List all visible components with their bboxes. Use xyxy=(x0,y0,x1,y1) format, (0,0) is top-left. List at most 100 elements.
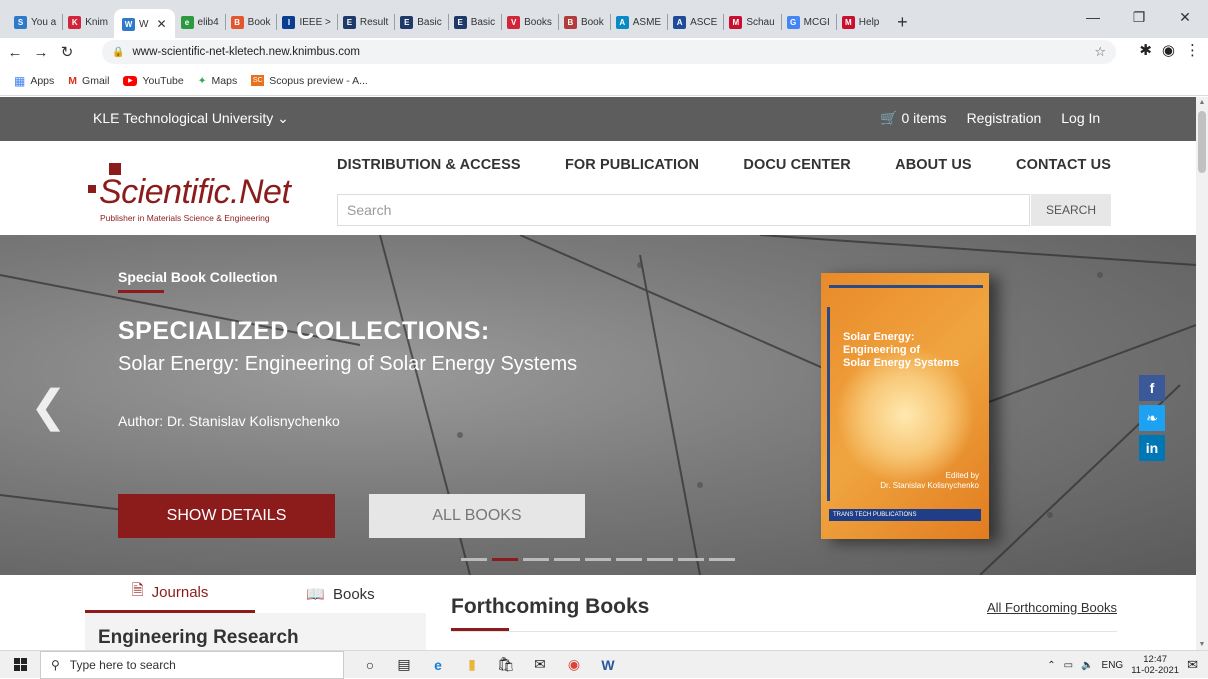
extensions-icon[interactable]: ✱ xyxy=(1139,41,1152,59)
nav-docu-center[interactable]: DOCU CENTER xyxy=(743,157,850,173)
network-icon[interactable]: ▭ xyxy=(1064,660,1073,671)
bookmark-scopus[interactable]: SC Scopus preview - A... xyxy=(251,75,368,87)
carousel-indicator[interactable] xyxy=(554,558,580,561)
chevron-up-icon[interactable]: ⌃ xyxy=(1047,660,1055,671)
mcgraw-icon: M xyxy=(841,15,855,29)
profile-icon[interactable]: ◉ xyxy=(1162,41,1175,59)
browser-tab[interactable]: M Help xyxy=(835,9,886,35)
carousel-indicator[interactable] xyxy=(461,558,487,561)
lock-icon[interactable]: 🔒 xyxy=(112,47,124,58)
browser-tab[interactable]: K Knim xyxy=(62,9,114,35)
carousel-indicator[interactable] xyxy=(585,558,611,561)
tab-title: Schau xyxy=(746,16,775,28)
knimbus-active-icon: W xyxy=(122,17,136,31)
all-books-button[interactable]: ALL BOOKS xyxy=(369,494,585,538)
browser-tab[interactable]: A ASCE xyxy=(667,9,723,35)
edited-by-label: Edited by xyxy=(945,471,979,480)
browser-tab[interactable]: V Books xyxy=(501,9,558,35)
tab-title: Books xyxy=(524,16,552,28)
clock[interactable]: 12:47 11-02-2021 xyxy=(1131,654,1179,676)
close-window-icon[interactable]: ✕ xyxy=(1162,0,1208,34)
new-tab-button[interactable]: + xyxy=(891,9,913,35)
chrome-icon[interactable]: ◉ xyxy=(562,653,586,677)
bookmark-gmail[interactable]: M Gmail xyxy=(68,75,109,87)
browser-tab[interactable]: E Basic xyxy=(447,9,501,35)
bookmark-star-icon[interactable]: ☆ xyxy=(1094,44,1106,60)
start-button[interactable] xyxy=(0,651,40,679)
browser-tab[interactable]: I IEEE > xyxy=(276,9,336,35)
university-selector[interactable]: KLE Technological University ⌄ xyxy=(93,110,289,127)
browser-tab[interactable]: A ASME xyxy=(609,9,667,35)
scrollbar-thumb[interactable] xyxy=(1198,111,1206,173)
forward-icon[interactable]: → xyxy=(30,41,52,63)
file-explorer-icon[interactable]: ▮ xyxy=(460,653,484,677)
restore-icon[interactable]: ❐ xyxy=(1116,0,1162,34)
scopus-icon: S xyxy=(14,15,27,29)
carousel-indicator[interactable] xyxy=(647,558,673,561)
volume-icon[interactable]: 🔈 xyxy=(1081,660,1093,671)
notifications-icon[interactable]: ✉ xyxy=(1187,657,1198,673)
cortana-icon[interactable]: ○ xyxy=(358,653,382,677)
carousel-indicator[interactable] xyxy=(709,558,735,561)
nav-for-publication[interactable]: FOR PUBLICATION xyxy=(565,157,699,173)
nav-distribution-access[interactable]: DISTRIBUTION & ACCESS xyxy=(337,157,521,173)
twitter-icon[interactable]: ❧ xyxy=(1139,405,1165,431)
scroll-up-icon[interactable]: ▲ xyxy=(1196,99,1208,106)
scroll-down-icon[interactable]: ▼ xyxy=(1196,641,1208,648)
nav-contact-us[interactable]: CONTACT US xyxy=(1016,157,1111,173)
browser-tab[interactable]: B Book xyxy=(557,9,610,35)
carousel-indicator[interactable] xyxy=(616,558,642,561)
tab-close-icon[interactable]: ✕ xyxy=(156,17,166,31)
tab-journals[interactable]: 🗎 Journals xyxy=(85,575,255,613)
back-icon[interactable]: ← xyxy=(4,41,26,63)
cover-stripe xyxy=(829,285,983,288)
all-forthcoming-books-link[interactable]: All Forthcoming Books xyxy=(987,600,1117,615)
site-search-input[interactable] xyxy=(337,194,1030,226)
bookmark-apps[interactable]: ▦ Apps xyxy=(14,74,54,88)
tab-books[interactable]: 📖 Books xyxy=(255,575,426,613)
browser-tab[interactable]: E Basic xyxy=(394,9,447,35)
show-details-button[interactable]: SHOW DETAILS xyxy=(118,494,335,538)
carousel-prev-icon[interactable]: ❮ xyxy=(30,381,67,432)
site-search-button[interactable]: SEARCH xyxy=(1031,194,1111,226)
browser-tab[interactable]: S You a xyxy=(8,9,62,35)
browser-tab[interactable]: e elib4 xyxy=(175,9,225,35)
carousel-indicator[interactable] xyxy=(523,558,549,561)
browser-tab[interactable]: B Book xyxy=(224,9,277,35)
bookmark-youtube[interactable]: ▶ YouTube xyxy=(123,75,184,87)
tab-title: W xyxy=(139,18,149,30)
hero-title: SPECIALIZED COLLECTIONS: xyxy=(118,317,490,345)
word-icon[interactable]: W xyxy=(596,653,620,677)
site-logo[interactable]: Scientific.Net Publisher in Materials Sc… xyxy=(87,157,317,231)
nav-about-us[interactable]: ABOUT US xyxy=(895,157,972,173)
bookmark-label: Apps xyxy=(30,74,55,87)
book-cover-image[interactable]: Solar Energy: Engineering of Solar Energ… xyxy=(821,273,989,539)
mail-icon[interactable]: ✉ xyxy=(528,653,552,677)
minimize-icon[interactable]: — xyxy=(1070,0,1116,34)
reload-icon[interactable]: ↻ xyxy=(56,41,78,63)
language-indicator[interactable]: ENG xyxy=(1102,660,1124,671)
login-link[interactable]: Log In xyxy=(1061,110,1100,127)
carousel-indicator[interactable] xyxy=(678,558,704,561)
facebook-icon[interactable]: f xyxy=(1139,375,1165,401)
store-icon[interactable]: 🛍 xyxy=(494,653,518,677)
taskbar-search-box[interactable]: ⚲ Type here to search xyxy=(40,650,344,679)
tab-label: Books xyxy=(332,585,375,603)
bookmark-maps[interactable]: ✦ Maps xyxy=(198,75,238,87)
task-view-icon[interactable]: ▤ xyxy=(392,653,416,677)
cart-count: 0 items xyxy=(901,110,947,126)
book-editor: Edited by Dr. Stanislav Kolisnychenko xyxy=(880,471,979,491)
carousel-indicator[interactable] xyxy=(492,558,518,561)
browser-tab[interactable]: G MCGI xyxy=(780,9,836,35)
cart-link[interactable]: 🛒 0 items xyxy=(880,110,947,127)
browser-tab[interactable]: E Result xyxy=(336,9,394,35)
address-bar[interactable]: 🔒 www-scientific-net-kletech.new.knimbus… xyxy=(102,40,1116,64)
registration-link[interactable]: Registration xyxy=(967,110,1042,127)
page-scrollbar[interactable]: ▲ ▼ xyxy=(1196,97,1208,650)
linkedin-icon[interactable]: in xyxy=(1139,435,1165,461)
browser-tab[interactable]: W W ✕ xyxy=(114,9,175,39)
menu-kebab-icon[interactable]: ⋮ xyxy=(1185,41,1200,59)
edge-icon[interactable]: e xyxy=(426,653,450,677)
browser-tab[interactable]: M Schau xyxy=(723,9,780,35)
journal-list-item[interactable]: Engineering Research xyxy=(98,627,299,649)
